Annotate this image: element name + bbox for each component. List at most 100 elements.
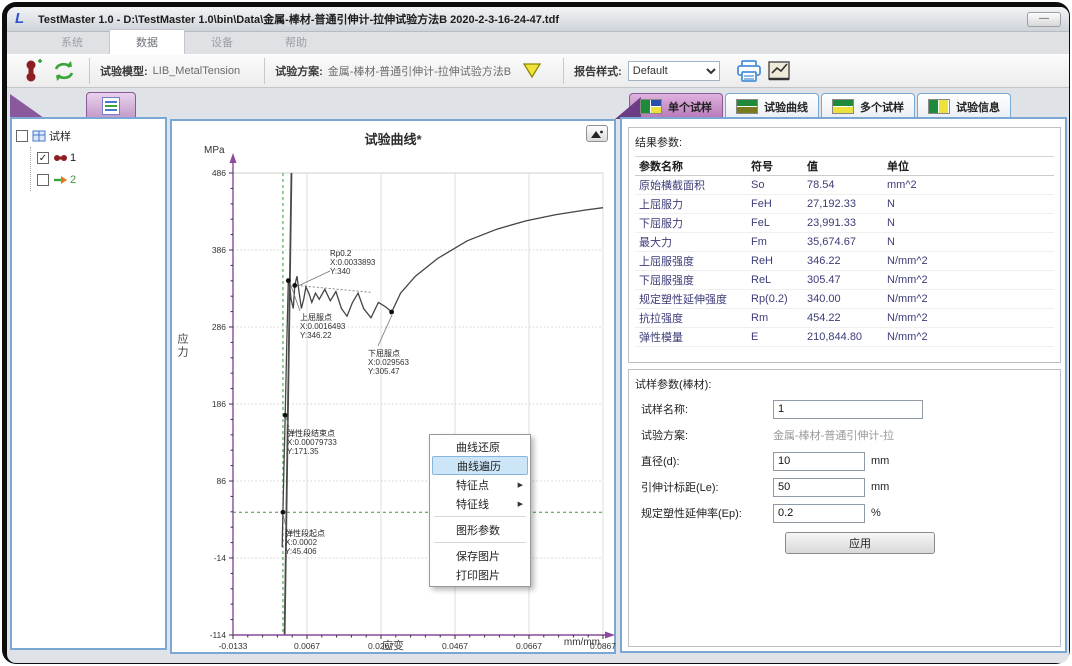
tree-item-2[interactable]: 2 (37, 169, 161, 191)
specimen-tree-panel: 试样✓12 (10, 117, 167, 650)
table-cell: 原始横截面积 (635, 177, 747, 193)
menubar: 系统数据设备帮助 (7, 32, 1069, 54)
context-menu-item-保存图片[interactable]: 保存图片 (432, 546, 528, 565)
checkbox[interactable] (16, 130, 28, 142)
context-menu: 曲线还原曲线遍历特征点▶特征线▶ 图形参数保存图片打印图片 (429, 434, 531, 587)
table-cell: 弹性模量 (635, 329, 747, 345)
checkbox[interactable] (37, 174, 49, 186)
tab-试验曲线[interactable]: 试验曲线 (725, 93, 819, 119)
corner-decoration (615, 97, 641, 119)
table-cell: 上屈服强度 (635, 253, 747, 269)
specimen-name-input[interactable] (773, 400, 923, 419)
y-tick-label: -14 (214, 553, 227, 563)
tab-icon (736, 99, 758, 114)
form-scheme-label: 试验方案: (641, 427, 773, 443)
model-label: 试验模型: (100, 63, 148, 79)
rp02-offset-line (289, 285, 371, 293)
tab-单个试样[interactable]: 单个试样 (629, 93, 723, 119)
tab-label: 试验曲线 (764, 99, 808, 115)
diameter-input[interactable] (773, 452, 865, 471)
chart-annotation: 弹性段起点X:0.0002Y:45.406 (285, 529, 325, 556)
refresh-button[interactable] (49, 57, 79, 85)
chart-annotation: Rp0.2X:0.0033893Y:340 (330, 249, 375, 276)
table-cell: 27,192.33 (803, 198, 883, 210)
tree-item-试样[interactable]: 试样 (16, 125, 161, 147)
context-menu-item-曲线还原[interactable]: 曲线还原 (432, 437, 528, 456)
corner-decoration (10, 94, 44, 118)
app-logo-icon: L (15, 12, 30, 27)
table-cell: N (883, 198, 963, 210)
tab-label: 单个试样 (668, 99, 712, 115)
specimen-form: 试样参数(棒材): 试样名称: 试验方案: 金属-棒材-普通引伸计-拉 直径(d… (628, 369, 1061, 647)
scheme-label: 试验方案: (275, 63, 323, 79)
table-row: 下屈服强度ReL305.47N/mm^2 (635, 271, 1054, 290)
y-axis-arrow (230, 153, 237, 163)
table-cell: 454.22 (803, 312, 883, 324)
tab-试验信息[interactable]: 试验信息 (917, 93, 1011, 119)
gauge-length-input[interactable] (773, 478, 865, 497)
table-cell: Rp(0.2) (747, 293, 803, 305)
report-style-select[interactable]: Default (628, 61, 720, 81)
table-cell: 340.00 (803, 293, 883, 305)
context-menu-item-图形参数[interactable]: 图形参数 (432, 520, 528, 539)
table-cell: Fm (747, 236, 803, 248)
menu-item-设备[interactable]: 设备 (185, 30, 259, 54)
table-cell: 23,991.33 (803, 217, 883, 229)
gauge-length-label: 引伸计标距(Le): (641, 479, 773, 495)
right-tab-bar: 单个试样 试验曲线多个试样试验信息 (629, 91, 1013, 119)
tree-item-1[interactable]: ✓1 (37, 147, 161, 169)
table-row: 上屈服力FeH27,192.33N (635, 195, 1054, 214)
table-header-cell: 值 (803, 158, 883, 174)
table-cell: FeL (747, 217, 803, 229)
new-specimen-button[interactable] (19, 57, 49, 85)
tab-icon (832, 99, 854, 114)
feature-point (389, 310, 394, 315)
x-axis-label: 应变 (172, 637, 614, 653)
menu-separator (434, 516, 526, 517)
menu-item-帮助[interactable]: 帮助 (259, 30, 333, 54)
table-cell: ReH (747, 255, 803, 267)
x-unit-label: mm/mm (564, 637, 600, 648)
app-window: L TestMaster 1.0 - D:\TestMaster 1.0\bin… (7, 7, 1069, 663)
menu-item-数据[interactable]: 数据 (109, 29, 185, 54)
specimen-tree-tab[interactable] (86, 92, 136, 118)
scheme-warning-button[interactable] (517, 57, 547, 85)
stress-strain-chart[interactable]: 48638628618686-14-114-0.01330.00670.0267… (172, 121, 616, 652)
table-row: 弹性模量E210,844.80N/mm^2 (635, 328, 1054, 347)
report-chart-icon (766, 59, 792, 83)
table-cell: 78.54 (803, 179, 883, 191)
print-button[interactable] (734, 57, 764, 85)
checkbox[interactable]: ✓ (37, 152, 49, 164)
tab-多个试样[interactable]: 多个试样 (821, 93, 915, 119)
y-tick-label: 86 (217, 476, 227, 486)
toolbar-separator (264, 58, 265, 84)
context-menu-item-特征点[interactable]: 特征点▶ (432, 475, 528, 494)
annotation-leader (298, 271, 330, 286)
context-menu-item-曲线遍历[interactable]: 曲线遍历 (432, 456, 528, 475)
context-menu-item-打印图片[interactable]: 打印图片 (432, 565, 528, 584)
plastic-extension-input[interactable] (773, 504, 865, 523)
table-cell: Rm (747, 312, 803, 324)
menu-item-系统[interactable]: 系统 (35, 30, 109, 54)
context-menu-item-特征线[interactable]: 特征线▶ (432, 494, 528, 513)
form-title: 试样参数(棒材): (629, 370, 1060, 396)
table-cell: N/mm^2 (883, 312, 963, 324)
table-header-cell: 符号 (747, 158, 803, 174)
table-cell: ReL (747, 274, 803, 286)
apply-button[interactable]: 应用 (785, 532, 935, 554)
table-cell: mm^2 (883, 179, 963, 191)
minimize-button[interactable]: — (1027, 12, 1061, 27)
table-cell: 下屈服力 (635, 215, 747, 231)
feature-point (281, 510, 286, 515)
ep-unit: % (871, 507, 881, 519)
table-cell: 35,674.67 (803, 236, 883, 248)
table-row: 上屈服强度ReH346.22N/mm^2 (635, 252, 1054, 271)
y-tick-label: 186 (212, 399, 226, 409)
report-view-button[interactable] (764, 57, 794, 85)
table-cell: N/mm^2 (883, 255, 963, 267)
model-value: LIB_MetalTension (153, 65, 240, 77)
table-header-cell: 参数名称 (635, 158, 747, 174)
specimen-red-icon (53, 152, 67, 164)
printer-icon (736, 59, 762, 83)
table-cell: N (883, 217, 963, 229)
